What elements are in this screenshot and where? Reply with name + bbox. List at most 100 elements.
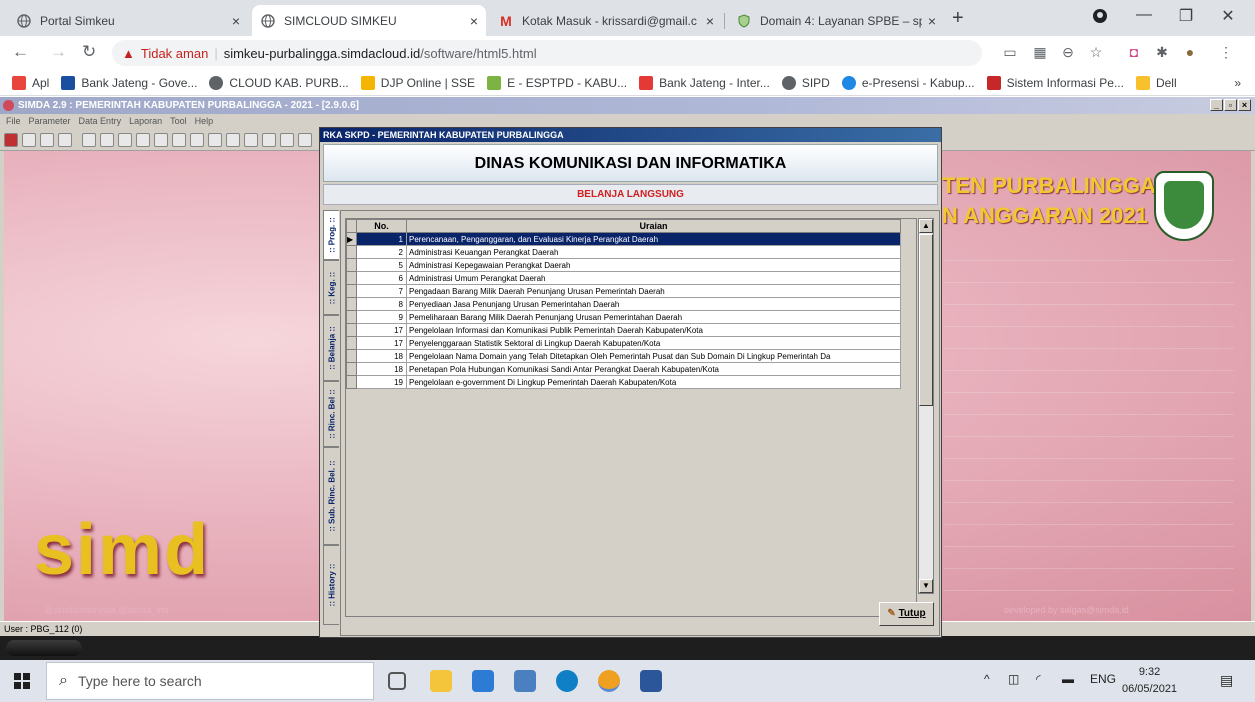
profile-icon[interactable] (1080, 8, 1120, 29)
scroll-thumb[interactable] (919, 234, 933, 406)
form-icon[interactable] (226, 133, 240, 147)
restore-icon[interactable]: ❐ (1166, 6, 1206, 26)
zoom-icon[interactable]: ⊖ (1058, 44, 1078, 61)
form-icon[interactable] (208, 133, 222, 147)
form-icon[interactable] (136, 133, 150, 147)
scroll-down-icon[interactable]: ▼ (919, 579, 933, 593)
mdi-close-icon[interactable]: × (1238, 99, 1251, 111)
reload-icon[interactable]: ↻ (82, 42, 96, 62)
form-icon[interactable] (154, 133, 168, 147)
menu-parameter[interactable]: Parameter (29, 114, 71, 129)
tab-gmail[interactable]: M Kotak Masuk - krissardi@gmail.c × (490, 5, 722, 36)
calendar-app-icon[interactable] (472, 670, 494, 692)
tab-simcloud-simkeu[interactable]: SIMCLOUD SIMKEU × (252, 5, 486, 36)
form-icon[interactable] (280, 133, 294, 147)
bookmark-dell[interactable]: Dell (1135, 75, 1177, 90)
table-row[interactable]: 9 Pemeliharaan Barang Milik Daerah Penunj… (346, 310, 901, 324)
task-view-icon[interactable] (388, 672, 406, 690)
tab-keg[interactable]: :: Keg. :: (323, 260, 339, 315)
table-row[interactable]: 7 Pengadaan Barang Milik Daerah Penunjang… (346, 284, 901, 298)
edge-browser-icon[interactable] (556, 670, 578, 692)
close-tab-icon[interactable]: × (232, 13, 240, 29)
form-icon[interactable] (100, 133, 114, 147)
form-icon[interactable] (118, 133, 132, 147)
taskbar-search-box[interactable]: ⌕ Type here to search (46, 662, 374, 700)
forward-icon[interactable]: → (50, 42, 67, 62)
warning-icon[interactable]: ▲ (122, 46, 135, 61)
grid-scrollbar[interactable]: ▲ ▼ (918, 218, 934, 594)
bookmark-esptpd[interactable]: E - ESPTPD - KABU... (487, 75, 627, 90)
search-icon[interactable] (22, 133, 36, 147)
bookmark-sipd[interactable]: SIPD (781, 75, 830, 90)
form-icon[interactable] (172, 133, 186, 147)
users-icon[interactable] (58, 133, 72, 147)
table-row[interactable]: 18 Pengelolaan Nama Domain yang Telah Dit… (346, 349, 901, 363)
table-row[interactable]: ▶ 1 Perencanaan, Penganggaran, dan Evaluas… (346, 232, 901, 246)
word-icon[interactable] (640, 670, 662, 692)
table-row[interactable]: 8 Penyediaan Jasa Penunjang Urusan Pemeri… (346, 297, 901, 311)
tray-chevron-icon[interactable]: ^ (984, 672, 990, 686)
close-tab-icon[interactable]: × (928, 13, 936, 29)
battery-icon[interactable]: ▬ (1062, 672, 1074, 686)
tab-history[interactable]: :: History :: (323, 545, 339, 625)
tutup-button[interactable]: ✎ Tutup (879, 602, 934, 626)
profile-avatar-icon[interactable]: ● (1180, 44, 1200, 60)
exit-icon[interactable] (4, 133, 18, 147)
tab-prog[interactable]: :: Prog. :: (323, 210, 339, 260)
file-explorer-icon[interactable] (430, 670, 452, 692)
install-app-icon[interactable]: ▭ (1000, 44, 1020, 61)
table-row[interactable]: 18 Penetapan Pola Hubungan Komunikasi San… (346, 362, 901, 376)
close-tab-icon[interactable]: × (706, 13, 714, 29)
chrome-icon[interactable] (598, 670, 620, 692)
mdi-minimize-icon[interactable]: _ (1210, 99, 1223, 111)
table-row[interactable]: 17 Pengelolaan Informasi dan Komunikasi P… (346, 323, 901, 337)
table-row[interactable]: 5 Administrasi Kepegawaian Perangkat Daer… (346, 258, 901, 272)
bookmark-e-presensi[interactable]: e-Presensi - Kabup... (841, 75, 975, 90)
scroll-up-icon[interactable]: ▲ (919, 219, 933, 233)
form-icon[interactable] (190, 133, 204, 147)
menu-file[interactable]: File (6, 114, 21, 129)
bookmark-djp-online[interactable]: DJP Online | SSE (360, 75, 475, 90)
form-icon[interactable] (262, 133, 276, 147)
table-row[interactable]: 17 Penyelenggaraan Statistik Sektoral di … (346, 336, 901, 350)
qr-code-icon[interactable]: ▦ (1030, 44, 1050, 61)
header-no[interactable]: No. (356, 219, 407, 233)
bookmark-bank-jateng-gov[interactable]: Bank Jateng - Gove... (61, 75, 197, 90)
table-row[interactable]: 6 Administrasi Umum Perangkat Daerah (346, 271, 901, 285)
windows-start-icon[interactable] (14, 673, 30, 689)
refresh-icon[interactable] (40, 133, 54, 147)
bookmark-star-icon[interactable]: ☆ (1086, 44, 1106, 61)
app-start-button[interactable] (6, 640, 82, 656)
form-icon[interactable] (298, 133, 312, 147)
form-icon[interactable] (244, 133, 258, 147)
tray-app-icon[interactable]: ◫ (1008, 672, 1019, 686)
menu-icon[interactable]: ⋮ (1216, 44, 1236, 61)
notification-icon[interactable]: ▤ (1220, 672, 1233, 689)
more-bookmarks-button[interactable]: » (1234, 76, 1241, 90)
bookmark-cloud-kab[interactable]: CLOUD KAB. PURB... (209, 75, 349, 90)
address-bar[interactable]: ▲ Tidak aman | simkeu-purbalingga.simdac… (112, 40, 982, 66)
new-tab-button[interactable]: + (952, 8, 964, 28)
tab-rinc-bel[interactable]: :: Rinc. Bel :: (323, 381, 339, 447)
menu-help[interactable]: Help (195, 114, 214, 129)
menu-laporan[interactable]: Laporan (129, 114, 162, 129)
mdi-restore-icon[interactable]: ▫ (1224, 99, 1237, 111)
table-row[interactable]: 19 Pengelolaan e-government Di Lingkup Pe… (346, 375, 901, 389)
taskbar-clock[interactable]: 9:32 06/05/2021 (1122, 664, 1177, 698)
form-icon[interactable] (82, 133, 96, 147)
close-tab-icon[interactable]: × (470, 13, 478, 29)
tab-domain-spbe[interactable]: Domain 4: Layanan SPBE – spbe. × (728, 5, 944, 36)
tab-belanja[interactable]: :: Belanja :: (323, 315, 339, 381)
menu-tool[interactable]: Tool (170, 114, 187, 129)
bookmark-bank-jateng-inter[interactable]: Bank Jateng - Inter... (639, 75, 770, 90)
calculator-icon[interactable] (514, 670, 536, 692)
wifi-icon[interactable]: ◜ (1036, 672, 1041, 686)
language-indicator[interactable]: ENG (1090, 672, 1116, 686)
bookmark-sistem-informasi[interactable]: Sistem Informasi Pe... (986, 75, 1124, 90)
extension-icon[interactable]: ◘ (1124, 44, 1144, 60)
table-row[interactable]: 2 Administrasi Keuangan Perangkat Daerah (346, 245, 901, 259)
bookmark-apps[interactable]: Apl (12, 75, 49, 90)
tab-portal-simkeu[interactable]: Portal Simkeu × (8, 5, 248, 36)
tab-sub-rinc-bel[interactable]: :: Sub. Rinc. Bel. :: (323, 447, 339, 545)
security-warning-text[interactable]: Tidak aman (141, 46, 208, 61)
